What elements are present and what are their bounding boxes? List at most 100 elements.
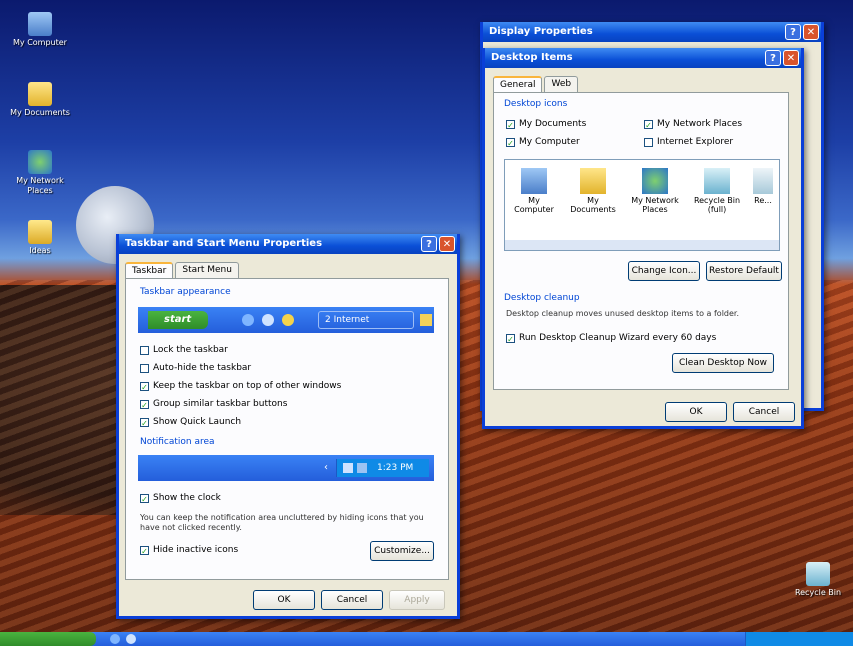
checkbox-box: ✓ — [140, 381, 149, 392]
checkbox-auto-hide[interactable]: Auto-hide the taskbar — [140, 363, 251, 373]
clean-desktop-now-button[interactable]: Clean Desktop Now — [672, 353, 774, 373]
close-button[interactable]: ✕ — [783, 50, 799, 66]
documents-folder-icon — [580, 168, 606, 194]
documents-folder-icon — [28, 82, 52, 106]
tab-web[interactable]: Web — [544, 76, 579, 92]
list-item-label: Re... — [754, 196, 772, 205]
taskbar-appearance-label: Taskbar appearance — [140, 287, 231, 297]
ok-button[interactable]: OK — [665, 402, 727, 422]
checkbox-quick-launch[interactable]: ✓ Show Quick Launch — [140, 417, 241, 428]
network-globe-icon — [642, 168, 668, 194]
checkbox-label: Lock the taskbar — [153, 345, 228, 355]
checkbox-my-network-places[interactable]: ✓ My Network Places — [644, 119, 743, 130]
computer-icon — [28, 12, 52, 36]
help-button[interactable]: ? — [765, 50, 781, 66]
checkbox-box — [140, 363, 149, 373]
change-icon-button[interactable]: Change Icon... — [628, 261, 700, 281]
checkbox-group-buttons[interactable]: ✓ Group similar taskbar buttons — [140, 399, 287, 410]
checkbox-keep-on-top[interactable]: ✓ Keep the taskbar on top of other window… — [140, 381, 341, 392]
list-item-label: My Computer — [514, 196, 554, 214]
checkbox-box: ✓ — [506, 119, 515, 130]
taskbar-properties-window: Taskbar and Start Menu Properties ? ✕ Ta… — [116, 234, 460, 619]
desktop-items-titlebar[interactable]: Desktop Items ? ✕ — [485, 48, 801, 68]
apply-button[interactable]: Apply — [389, 590, 445, 610]
customize-button[interactable]: Customize... — [370, 541, 434, 561]
checkbox-box: ✓ — [140, 417, 149, 428]
desktop-icon-label: My Computer — [13, 38, 67, 47]
cleanup-description: Desktop cleanup moves unused desktop ite… — [506, 309, 740, 318]
recycle-bin-icon — [806, 562, 830, 586]
quick-launch-ie-icon[interactable] — [110, 634, 120, 644]
notification-area-label: Notification area — [140, 437, 215, 447]
quick-launch-media-icon — [262, 314, 274, 326]
checkbox-label: My Network Places — [657, 119, 743, 129]
list-item[interactable]: My Network Places — [627, 168, 683, 214]
checkbox-label: My Computer — [519, 137, 580, 147]
checkbox-box — [140, 345, 149, 355]
checkbox-label: Show the clock — [153, 493, 221, 503]
checkbox-label: Run Desktop Cleanup Wizard every 60 days — [519, 333, 717, 343]
desktop-icon-my-documents[interactable]: My Documents — [6, 82, 74, 118]
quick-launch-media-icon[interactable] — [126, 634, 136, 644]
general-tab-panel: Desktop icons ✓ My Documents ✓ My Network … — [493, 92, 789, 390]
desktop-icon-label: My Documents — [10, 108, 70, 117]
tab-taskbar[interactable]: Taskbar — [125, 262, 174, 278]
checkbox-box: ✓ — [140, 493, 149, 504]
quick-launch-desktop-icon — [282, 314, 294, 326]
list-item[interactable]: Recycle Bin (full) — [689, 168, 745, 214]
checkbox-box: ✓ — [644, 119, 653, 130]
checkbox-label: Internet Explorer — [657, 137, 734, 147]
desktop-icon-list[interactable]: My Computer My Documents My Network Plac… — [504, 159, 780, 251]
checkbox-label: Hide inactive icons — [153, 545, 239, 555]
ok-button[interactable]: OK — [253, 590, 315, 610]
list-item-label: My Documents — [570, 196, 616, 214]
desktop-icon-label: My Network Places — [16, 176, 64, 195]
folder-icon — [28, 220, 52, 244]
horizontal-scrollbar[interactable] — [505, 240, 779, 250]
checkbox-lock-taskbar[interactable]: Lock the taskbar — [140, 345, 228, 355]
desktop-cleanup-group-label: Desktop cleanup — [504, 293, 580, 303]
computer-icon — [521, 168, 547, 194]
system-tray — [745, 632, 853, 646]
checkbox-show-clock[interactable]: ✓ Show the clock — [140, 493, 221, 504]
close-button[interactable]: ✕ — [803, 24, 819, 40]
list-item[interactable]: My Documents — [565, 168, 621, 214]
checkbox-box: ✓ — [140, 545, 149, 556]
window-title: Display Properties — [489, 26, 593, 37]
list-item[interactable]: My Computer — [509, 168, 559, 214]
desktop-icon-my-network-places[interactable]: My Network Places — [6, 150, 74, 196]
help-button[interactable]: ? — [785, 24, 801, 40]
quick-launch-ie-icon — [242, 314, 254, 326]
list-item[interactable]: Re... — [751, 168, 775, 205]
tab-start-menu[interactable]: Start Menu — [175, 262, 239, 278]
desktop-icon-label: Recycle Bin — [794, 588, 842, 597]
checkbox-run-cleanup-wizard[interactable]: ✓ Run Desktop Cleanup Wizard every 60 day… — [506, 333, 717, 344]
taskbar-properties-titlebar[interactable]: Taskbar and Start Menu Properties ? ✕ — [119, 234, 457, 254]
display-properties-titlebar[interactable]: Display Properties ? ✕ — [483, 22, 821, 42]
window-title: Taskbar and Start Menu Properties — [125, 238, 323, 249]
checkbox-hide-inactive-icons[interactable]: ✓ Hide inactive icons — [140, 545, 239, 556]
desktop-icon-recycle-bin[interactable]: Recycle Bin — [784, 562, 852, 598]
recycle-bin-icon — [704, 168, 730, 194]
desktop-icons-group-label: Desktop icons — [504, 99, 568, 109]
tab-general[interactable]: General — [493, 76, 543, 92]
windows-taskbar — [0, 632, 853, 646]
desktop-icon-my-computer[interactable]: My Computer — [6, 12, 74, 48]
desktop-icon-ideas[interactable]: Ideas — [6, 220, 74, 256]
help-button[interactable]: ? — [421, 236, 437, 252]
checkbox-internet-explorer[interactable]: Internet Explorer — [644, 137, 733, 147]
restore-default-button[interactable]: Restore Default — [706, 261, 782, 281]
cancel-button[interactable]: Cancel — [733, 402, 795, 422]
taskbar-preview: start 2 Internet — [138, 307, 434, 333]
preview-start-button: start — [148, 311, 208, 329]
checkbox-box: ✓ — [506, 137, 515, 148]
cancel-button[interactable]: Cancel — [321, 590, 383, 610]
checkbox-my-documents[interactable]: ✓ My Documents — [506, 119, 586, 130]
list-item-label: Recycle Bin (full) — [693, 196, 741, 214]
close-button[interactable]: ✕ — [439, 236, 455, 252]
checkbox-my-computer[interactable]: ✓ My Computer — [506, 137, 580, 148]
start-button[interactable] — [0, 632, 96, 646]
list-item-label: My Network Places — [631, 196, 679, 214]
checkbox-box: ✓ — [140, 399, 149, 410]
desktop-items-window: Desktop Items ? ✕ General Web Desktop ic… — [482, 48, 804, 429]
